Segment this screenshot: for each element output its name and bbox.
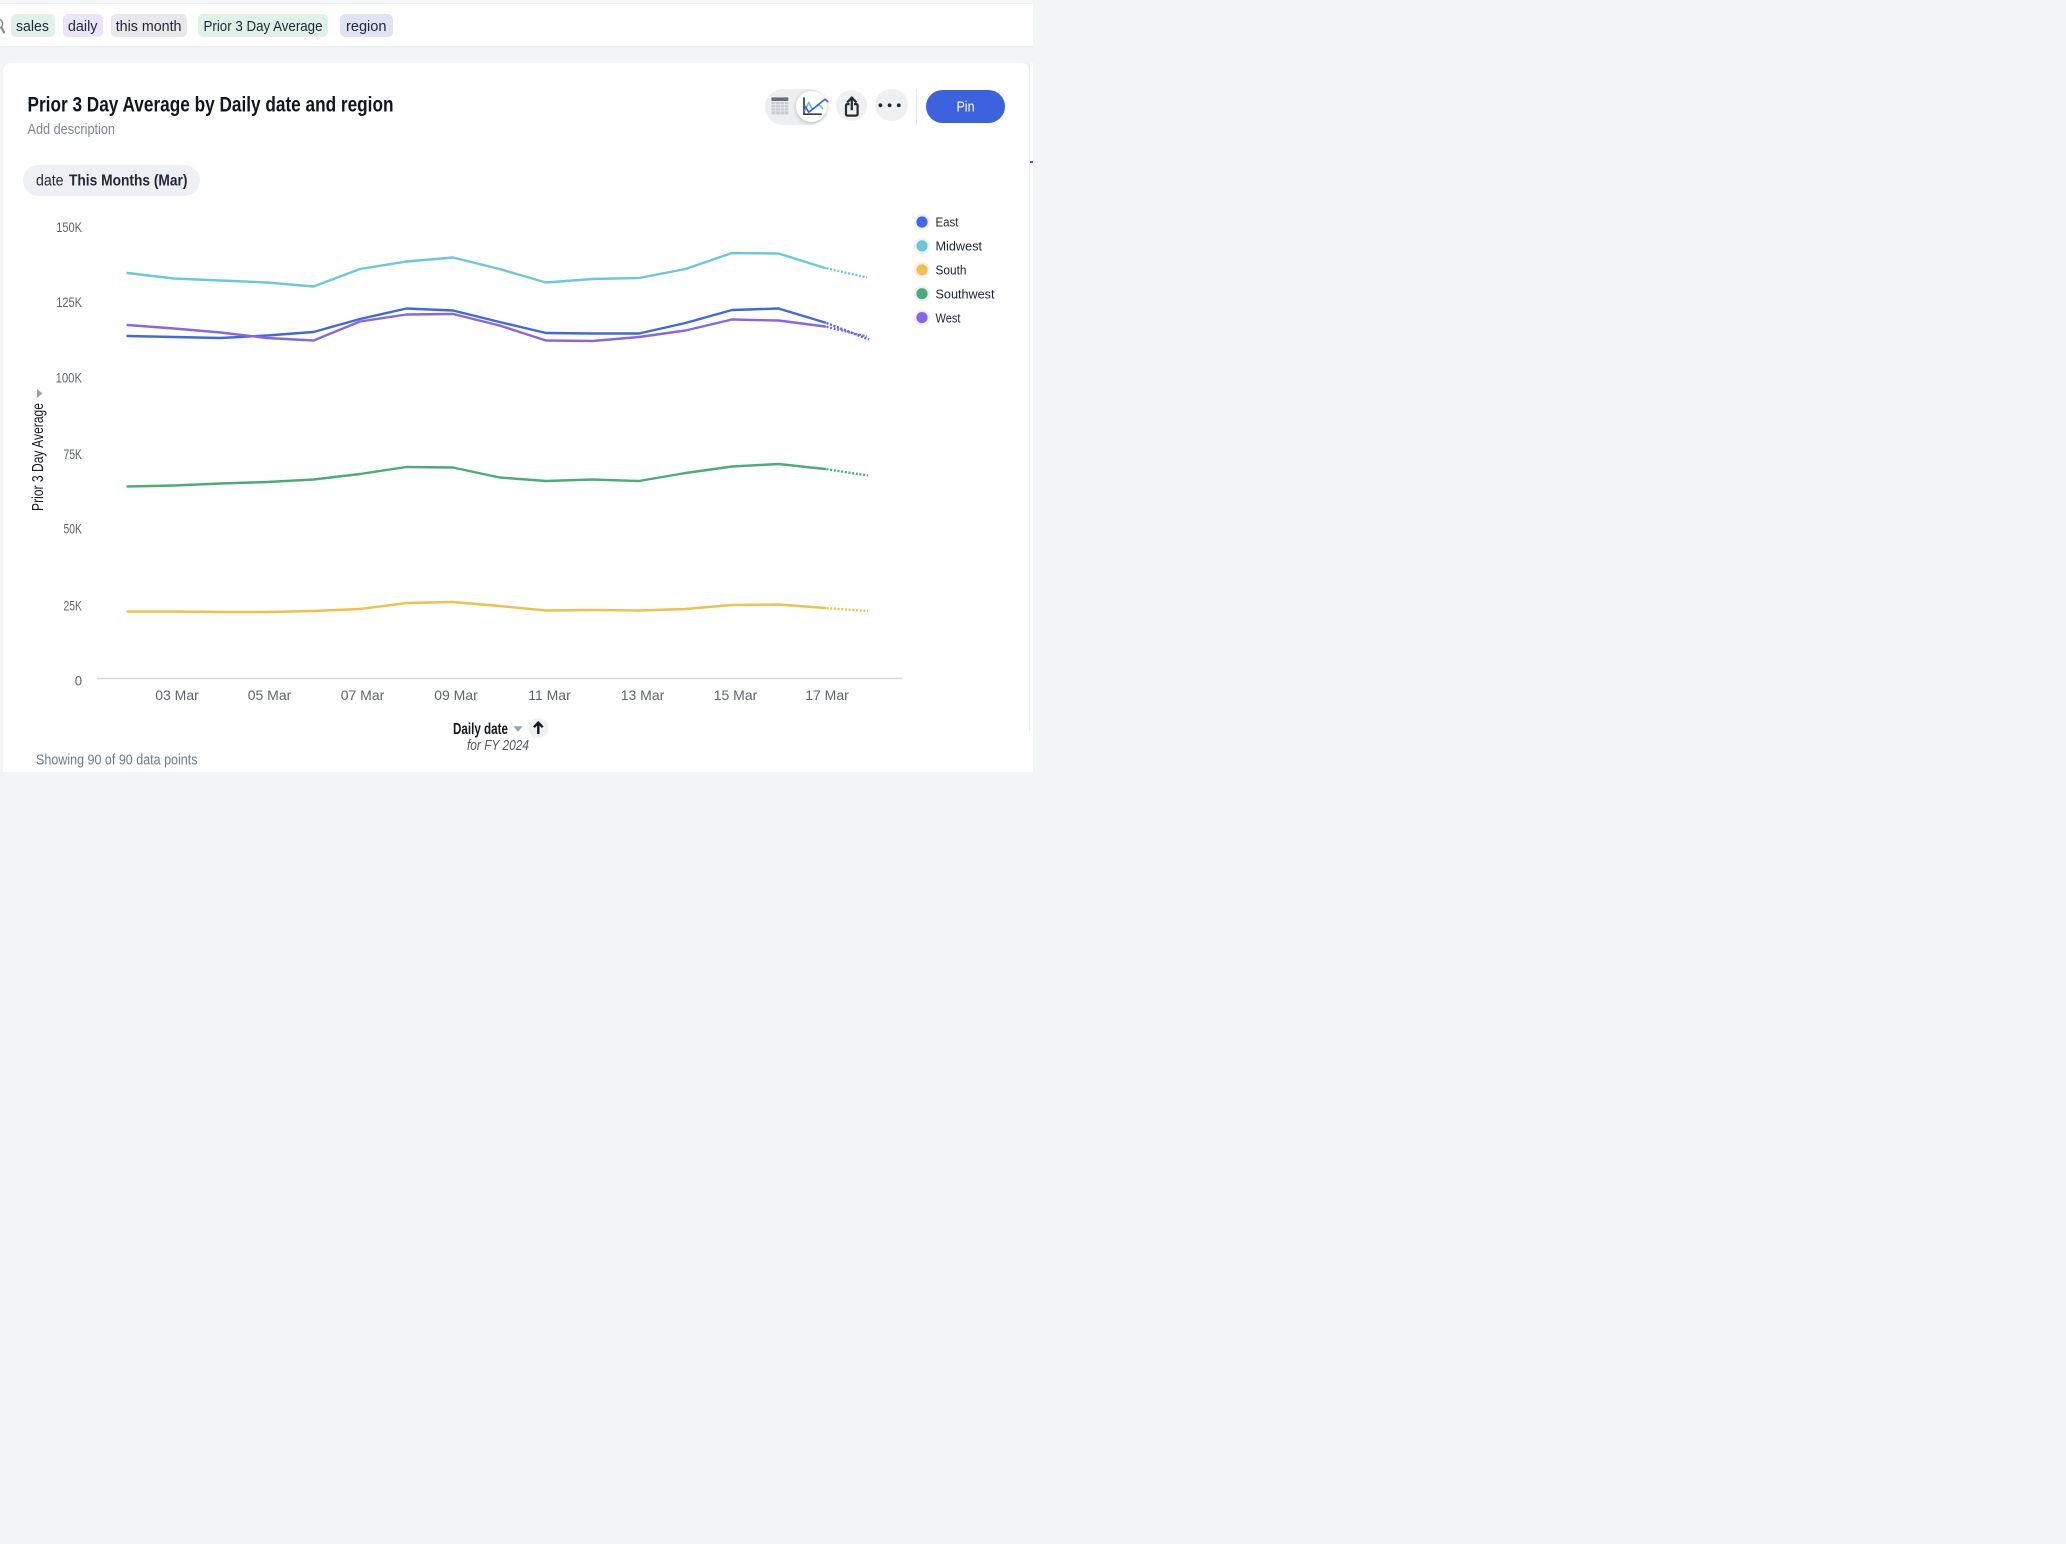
svg-text:125K: 125K — [56, 295, 82, 310]
svg-text:daily: daily — [68, 19, 98, 35]
svg-text:date: date — [36, 173, 64, 190]
svg-text:100K: 100K — [56, 371, 82, 386]
svg-text:Prior 3 Day Average: Prior 3 Day Average — [30, 403, 47, 511]
svg-text:11 Mar: 11 Mar — [528, 687, 571, 703]
svg-text:Pin: Pin — [957, 99, 975, 115]
svg-text:Showing 90 of 90 data points: Showing 90 of 90 data points — [36, 753, 198, 769]
svg-text:25K: 25K — [64, 598, 83, 613]
svg-text:03 Mar: 03 Mar — [155, 687, 199, 703]
svg-text:15 Mar: 15 Mar — [714, 687, 758, 703]
svg-text:0: 0 — [75, 673, 82, 688]
svg-text:Prior 3 Day Average by Daily d: Prior 3 Day Average by Daily date and re… — [28, 94, 394, 117]
svg-text:Add description: Add description — [28, 121, 116, 138]
svg-text:This Months (Mar): This Months (Mar) — [69, 173, 188, 190]
svg-text:East: East — [936, 215, 959, 230]
svg-text:17 Mar: 17 Mar — [805, 687, 849, 703]
svg-text:for FY 2024: for FY 2024 — [467, 737, 529, 754]
svg-text:150K: 150K — [56, 220, 82, 235]
svg-text:Midwest: Midwest — [936, 239, 983, 254]
svg-text:07 Mar: 07 Mar — [341, 687, 385, 703]
svg-text:this month: this month — [116, 19, 182, 35]
svg-text:50K: 50K — [64, 521, 83, 536]
svg-text:region: region — [346, 19, 387, 35]
svg-text:sales: sales — [16, 19, 49, 35]
svg-text:05 Mar: 05 Mar — [248, 687, 292, 703]
svg-text:West: West — [936, 310, 961, 325]
svg-text:Southwest: Southwest — [936, 286, 995, 301]
svg-text:Daily date: Daily date — [453, 721, 508, 738]
svg-text:09 Mar: 09 Mar — [434, 687, 478, 703]
svg-text:75K: 75K — [64, 447, 83, 462]
svg-text:South: South — [936, 263, 967, 278]
svg-text:13 Mar: 13 Mar — [621, 687, 665, 703]
svg-text:Prior 3 Day Average: Prior 3 Day Average — [204, 19, 323, 35]
